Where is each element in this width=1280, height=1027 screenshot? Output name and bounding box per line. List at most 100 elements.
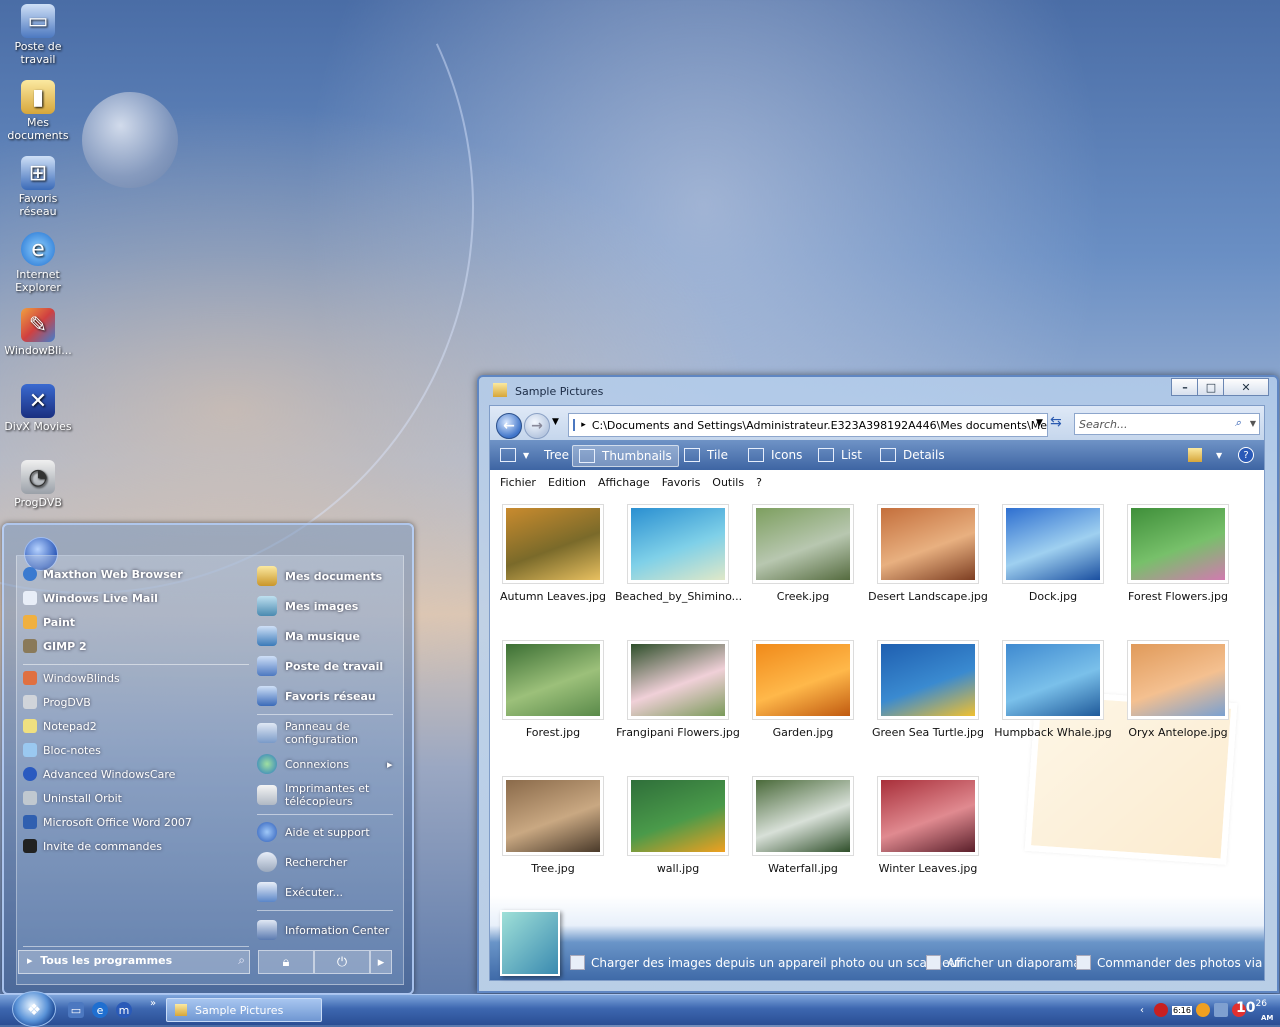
clock[interactable]: 1026 AM <box>1236 999 1273 1022</box>
thumbnail-item[interactable]: Garden.jpg <box>740 640 866 739</box>
thumbnail-item[interactable]: wall.jpg <box>615 776 741 875</box>
sm-imprimantes[interactable]: Imprimantes et télécopieurs <box>257 782 397 808</box>
menu-outils[interactable]: Outils <box>712 476 744 489</box>
close-button[interactable]: ✕ <box>1223 378 1269 396</box>
desktop-icon-poste-de-travail[interactable]: ▭ Poste de travail <box>2 4 74 66</box>
menu-edition[interactable]: Edition <box>548 476 586 489</box>
sm-executer[interactable]: Exécuter... <box>257 882 397 902</box>
sm-information-center[interactable]: Information Center <box>257 920 397 940</box>
divx-icon: ✕ <box>21 384 55 418</box>
view-list[interactable]: List <box>818 445 862 465</box>
thumbnail-item[interactable]: Forest Flowers.jpg <box>1115 504 1241 603</box>
recent-windowblinds[interactable]: WindowBlinds <box>23 668 120 688</box>
recent-advanced-windowscare[interactable]: Advanced WindowsCare <box>23 764 175 784</box>
sm-panneau-de-configuration[interactable]: Panneau de configuration <box>257 720 397 746</box>
thumbnail-item[interactable]: Frangipani Flowers.jpg <box>615 640 741 739</box>
recent-uninstall-orbit[interactable]: Uninstall Orbit <box>23 788 122 808</box>
thumbnail-item[interactable]: Dock.jpg <box>990 504 1116 603</box>
sm-connexions[interactable]: Connexions ▸ <box>257 754 397 774</box>
recent-bloc-notes[interactable]: Bloc-notes <box>23 740 101 760</box>
tray-network-icon[interactable] <box>1213 1003 1228 1017</box>
forward-button[interactable]: → <box>524 413 550 439</box>
maximize-button[interactable]: □ <box>1197 378 1225 396</box>
menu-affichage[interactable]: Affichage <box>598 476 650 489</box>
thumbnail-item[interactable]: Beached_by_Shimino... <box>615 504 741 603</box>
view-thumbnails[interactable]: Thumbnails <box>572 445 679 467</box>
task-order-photos[interactable]: Commander des photos via <box>1076 955 1262 970</box>
desktop-icon-favoris-reseau[interactable]: ⊞ Favoris réseau <box>2 156 74 218</box>
view-icons[interactable]: Icons <box>748 445 802 465</box>
thumbnail-item[interactable]: Winter Leaves.jpg <box>865 776 991 875</box>
power-button[interactable]: ⏻ <box>314 950 370 974</box>
thumbnail-item[interactable]: Creek.jpg <box>740 504 866 603</box>
help-icon <box>257 822 277 842</box>
tray-messenger-icon[interactable] <box>1195 1003 1210 1017</box>
menu-fichier[interactable]: Fichier <box>500 476 536 489</box>
sm-mes-images[interactable]: Mes images <box>257 596 397 616</box>
thumbnail-item[interactable]: Autumn Leaves.jpg <box>490 504 616 603</box>
power-options-button[interactable]: ▸ <box>370 950 392 974</box>
search-input[interactable]: Search... ⌕ ▼ <box>1074 413 1260 435</box>
tray-time-badge[interactable]: 6:16 <box>1172 1005 1192 1015</box>
thumbnail-item[interactable]: Desert Landscape.jpg <box>865 504 991 603</box>
thumbnail-picture <box>506 644 600 716</box>
desktop-icon-divx-movies[interactable]: ✕ DivX Movies <box>2 384 74 433</box>
sm-rechercher[interactable]: Rechercher <box>257 852 397 872</box>
taskbar-button-sample-pictures[interactable]: Sample Pictures <box>166 998 322 1022</box>
pinned-gimp[interactable]: GIMP 2 <box>23 636 87 656</box>
minimize-button[interactable]: – <box>1171 378 1199 396</box>
menu-favoris[interactable]: Favoris <box>662 476 701 489</box>
thumbnail-item[interactable]: Waterfall.jpg <box>740 776 866 875</box>
address-dropdown-icon[interactable]: ▼ <box>1036 418 1043 428</box>
pinned-windows-live-mail[interactable]: Windows Live Mail <box>23 588 158 608</box>
back-button[interactable]: ← <box>496 413 522 439</box>
thumbnail-item[interactable]: Forest.jpg <box>490 640 616 739</box>
desktop-icon-internet-explorer[interactable]: e Internet Explorer <box>2 232 74 294</box>
menu-help[interactable]: ? <box>756 476 762 489</box>
view-tile[interactable]: Tile <box>684 445 728 465</box>
sm-poste-de-travail[interactable]: Poste de travail <box>257 656 397 676</box>
lock-button[interactable]: 🔒︎ <box>258 950 314 974</box>
pinned-paint[interactable]: Paint <box>23 612 75 632</box>
tray-antivirus-icon[interactable] <box>1154 1003 1168 1017</box>
sm-favoris-reseau[interactable]: Favoris réseau <box>257 686 397 706</box>
thumbnail-item[interactable]: Tree.jpg <box>490 776 616 875</box>
recent-progdvb[interactable]: ProgDVB <box>23 692 91 712</box>
recent-word-2007[interactable]: Microsoft Office Word 2007 <box>23 812 192 832</box>
quicklaunch-maxthon[interactable]: m <box>116 1002 132 1018</box>
address-input[interactable]: ▸ C:\Documents and Settings\Administrate… <box>568 413 1048 437</box>
sm-mes-documents[interactable]: Mes documents <box>257 566 397 586</box>
explorer-titlebar[interactable]: Sample Pictures – □ ✕ <box>479 377 1277 405</box>
thumbnail-image <box>1127 504 1229 584</box>
refresh-icon[interactable]: ⇆ <box>1050 414 1070 434</box>
recent-notepad2[interactable]: Notepad2 <box>23 716 97 736</box>
thumbnail-item[interactable]: Oryx Antelope.jpg <box>1115 640 1241 739</box>
thumbnail-item[interactable]: Green Sea Turtle.jpg <box>865 640 991 739</box>
help-button[interactable]: ? <box>1238 445 1254 465</box>
history-dropdown-icon[interactable]: ▼ <box>552 417 559 427</box>
pinned-maxthon[interactable]: Maxthon Web Browser <box>23 564 183 584</box>
desktop-icon-progdvb[interactable]: ◔ ProgDVB <box>2 460 74 509</box>
sm-aide-et-support[interactable]: Aide et support <box>257 822 397 842</box>
quicklaunch-internet-explorer[interactable]: e <box>92 1002 108 1018</box>
sm-ma-musique[interactable]: Ma musique <box>257 626 397 646</box>
desktop-icon-mes-documents[interactable]: ▮ Mes documents <box>2 80 74 142</box>
thumbnail-label: Beached_by_Shimino... <box>615 590 741 603</box>
recent-invite-de-commandes[interactable]: Invite de commandes <box>23 836 162 856</box>
view-toolbar: ▼ Tree Thumbnails Tile Icons List Detail… <box>490 440 1264 470</box>
task-slideshow[interactable]: Afficher un diaporama <box>926 955 1081 970</box>
thumbnail-picture <box>631 780 725 852</box>
folder-options-button[interactable]: ▼ <box>1188 445 1222 465</box>
task-load-from-camera[interactable]: Charger des images depuis un appareil ph… <box>570 955 962 970</box>
start-button[interactable]: ❖ <box>12 991 56 1027</box>
thumbnail-item[interactable]: Humpback Whale.jpg <box>990 640 1116 739</box>
quicklaunch-chevron-icon[interactable]: » <box>150 998 156 1009</box>
view-tree[interactable]: Tree <box>544 445 569 465</box>
quicklaunch-show-desktop[interactable]: ▭ <box>68 1002 84 1018</box>
layout-button[interactable]: ▼ <box>500 445 529 465</box>
start-search-input[interactable]: ⌕ <box>18 950 250 974</box>
tray-expand-icon[interactable]: ‹ <box>1140 1005 1144 1016</box>
desktop-icon-windowblinds[interactable]: ✎ WindowBli... <box>2 308 74 357</box>
view-details[interactable]: Details <box>880 445 945 465</box>
order-photos-icon <box>1076 955 1091 970</box>
